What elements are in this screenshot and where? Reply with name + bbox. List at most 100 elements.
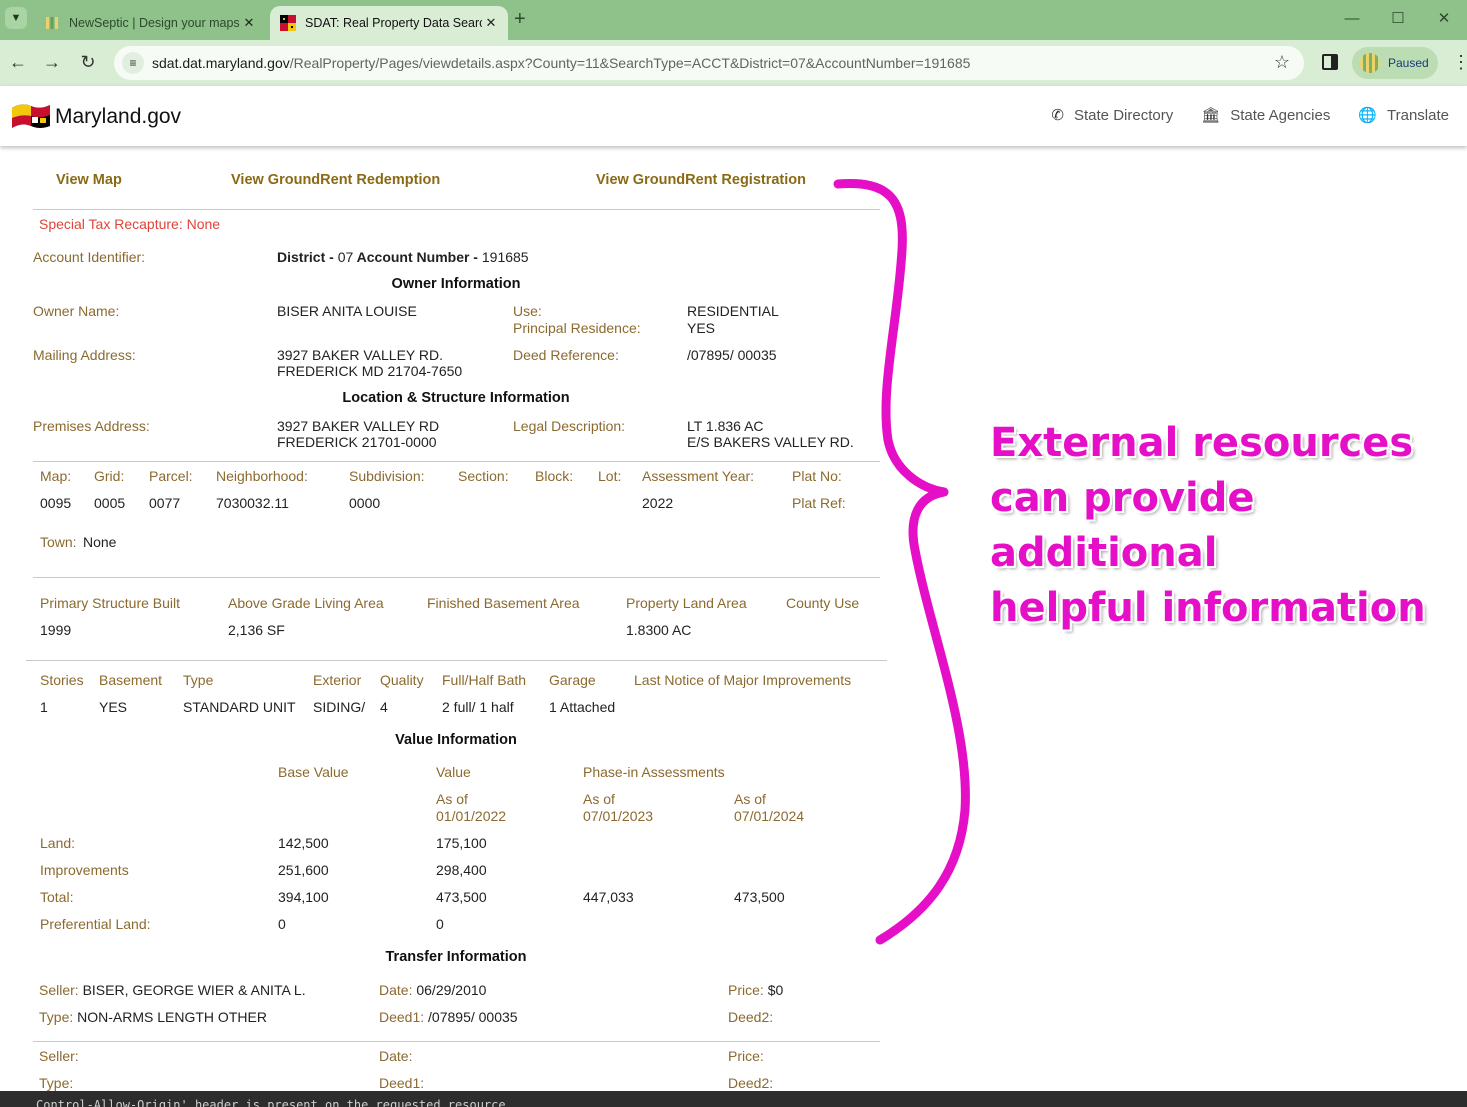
type-value: NON-ARMS LENGTH OTHER (77, 1009, 267, 1025)
state-directory-link[interactable]: ✆ State Directory (1051, 106, 1173, 125)
transfer-information-heading: Transfer Information (385, 949, 527, 965)
type-label: Type: (39, 1075, 74, 1091)
window-controls: — ☐ ✕ (1329, 0, 1467, 40)
details-value: 4 (380, 699, 388, 715)
legal-description-label: Legal Description: (513, 418, 626, 434)
maryland-flag-logo-icon[interactable] (10, 102, 52, 130)
as-of-date: 07/01/2023 (583, 808, 654, 824)
details-header: Exterior (313, 672, 362, 688)
transfer-seller: Seller: BISER, GEORGE WIER & ANITA L. (39, 982, 306, 998)
address-bar[interactable]: ≡ sdat.dat.maryland.gov/RealProperty/Pag… (114, 46, 1304, 80)
deed-reference-label: Deed Reference: (513, 347, 619, 363)
district-value: 07 (337, 249, 354, 265)
reload-icon[interactable]: ↻ (76, 50, 100, 74)
town-value: None (83, 534, 117, 550)
account-identifier-value: District - 07 Account Number - 191685 (277, 249, 529, 265)
back-arrow-icon[interactable]: ← (6, 50, 30, 74)
translate-link[interactable]: 🌐 Translate (1358, 106, 1449, 125)
value-row-base: 0 (278, 916, 286, 932)
url-text[interactable]: sdat.dat.maryland.gov/RealProperty/Pages… (152, 55, 970, 71)
structure-header: Primary Structure Built (40, 595, 181, 611)
parcel-value: 0005 (94, 495, 126, 511)
annotation-text: External resources can provide additiona… (990, 416, 1460, 636)
tab-newseptic[interactable]: NewSeptic | Design your maps ✕ (34, 6, 266, 40)
as-of-label: As of (436, 791, 468, 807)
value-row-value: 473,500 (436, 889, 487, 905)
mailing-address-line2: FREDERICK MD 21704-7650 (277, 363, 463, 379)
deed-reference-value: /07895/ 00035 (687, 347, 777, 363)
parcel-header: Block: (535, 468, 574, 484)
phase-in-header: Phase-in Assessments (583, 764, 725, 780)
value-row-label: Total: (40, 889, 74, 905)
value-header: Value (436, 764, 471, 780)
deed2-label: Deed2: (728, 1009, 774, 1025)
parcel-header: Parcel: (149, 468, 193, 484)
as-of-label: As of (734, 791, 766, 807)
tab-search-button[interactable]: ▼ (5, 7, 27, 29)
annotation-line: External resources (990, 420, 1414, 466)
date-label: Date: (379, 982, 413, 998)
seller-label: Seller: (39, 982, 79, 998)
url-domain: sdat.dat.maryland.gov (152, 55, 290, 71)
close-tab-icon[interactable]: ✕ (240, 15, 258, 31)
seller-value: BISER, GEORGE WIER & ANITA L. (82, 982, 306, 998)
parcel-header: Lot: (598, 468, 622, 484)
forward-arrow-icon[interactable]: → (40, 50, 64, 74)
parcel-value: 0000 (349, 495, 381, 511)
principal-residence-label: Principal Residence: (513, 320, 641, 336)
phone-icon: ✆ (1051, 107, 1064, 124)
close-window-icon[interactable]: ✕ (1421, 0, 1467, 40)
structure-header: Finished Basement Area (427, 595, 580, 611)
structure-header: Property Land Area (626, 595, 747, 611)
view-map-link[interactable]: View Map (56, 172, 122, 188)
transfer-date: Date: 06/29/2010 (379, 982, 486, 998)
town-label: Town: (40, 534, 77, 550)
value-row-base: 251,600 (278, 862, 329, 878)
value-row-label: Improvements (40, 862, 129, 878)
account-number-value: 191685 (481, 249, 529, 265)
value-row-label: Preferential Land: (40, 916, 151, 932)
date-value: 06/29/2010 (416, 982, 487, 998)
deed1-label: Deed1: (379, 1009, 425, 1025)
bookmark-star-icon[interactable]: ☆ (1274, 52, 1290, 73)
browser-toolbar: ← → ↻ ≡ sdat.dat.maryland.gov/RealProper… (0, 40, 1467, 86)
value-row-base: 142,500 (278, 835, 329, 851)
annotation-line: can provide additional (990, 475, 1255, 576)
location-structure-heading: Location & Structure Information (342, 390, 570, 406)
url-path: /RealProperty/Pages/viewdetails.aspx?Cou… (289, 55, 971, 71)
parcel-header: Section: (458, 468, 509, 484)
minimize-icon[interactable]: — (1329, 0, 1375, 40)
side-panel-icon[interactable] (1322, 54, 1338, 70)
browser-menu-icon[interactable]: ⋮ (1452, 52, 1467, 73)
details-header: Last Notice of Major Improvements (634, 672, 852, 688)
nav-label: State Agencies (1230, 106, 1331, 124)
value-row-phase1: 447,033 (583, 889, 634, 905)
transfer-type: Type: NON-ARMS LENGTH OTHER (39, 1009, 267, 1025)
maximize-icon[interactable]: ☐ (1375, 0, 1421, 40)
details-value: 1 Attached (549, 699, 616, 715)
mailing-address-line1: 3927 BAKER VALLEY RD. (277, 347, 444, 363)
maryland-gov-brand[interactable]: Maryland.gov (55, 105, 181, 129)
parcel-value: 0077 (149, 495, 181, 511)
profile-paused-button[interactable]: Paused (1352, 47, 1438, 79)
view-groundrent-redemption-link[interactable]: View GroundRent Redemption (231, 172, 440, 188)
divider (33, 461, 880, 462)
legal-description-line1: LT 1.836 AC (687, 418, 764, 434)
newseptic-favicon-icon (46, 17, 58, 29)
close-tab-icon[interactable]: ✕ (482, 15, 500, 31)
mailing-address-label: Mailing Address: (33, 347, 136, 363)
district-label: District - (277, 249, 338, 265)
new-tab-plus-icon[interactable]: + (514, 8, 526, 31)
transfer-price: Price: $0 (728, 982, 783, 998)
structure-header: Above Grade Living Area (228, 595, 384, 611)
view-groundrent-registration-link[interactable]: View GroundRent Registration (596, 172, 806, 188)
site-info-icon[interactable]: ≡ (122, 52, 144, 74)
state-agencies-link[interactable]: 🏛 State Agencies (1201, 106, 1331, 125)
transfer-deed2: Deed2: (728, 1009, 773, 1025)
parcel-value: 7030032.11 (216, 495, 289, 511)
premises-address-line1: 3927 BAKER VALLEY RD (277, 418, 440, 434)
details-header: Full/Half Bath (442, 672, 527, 688)
tab-sdat[interactable]: SDAT: Real Property Data Search ✕ (270, 6, 508, 40)
details-header: Basement (99, 672, 163, 688)
profile-avatar (1360, 53, 1380, 73)
